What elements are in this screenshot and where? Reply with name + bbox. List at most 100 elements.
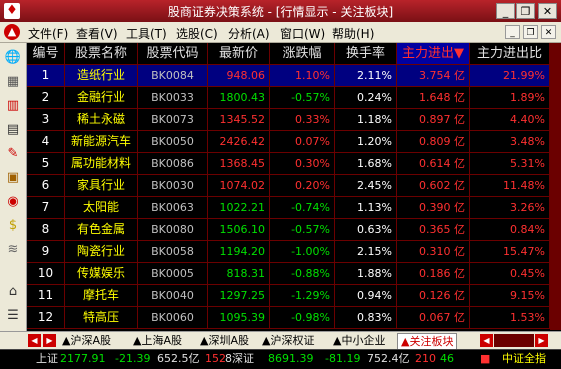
globe-icon[interactable]: 🌐: [4, 49, 22, 67]
col-header-turnover[interactable]: 换手率: [335, 43, 397, 64]
sector-code: BK0084: [138, 65, 208, 86]
menu-help[interactable]: 帮助(H): [332, 25, 374, 42]
sector-code: BK0086: [138, 153, 208, 174]
table-header: 编号 股票名称 股票代码 最新价 涨跌幅 换手率 主力进出▼ 主力进出比: [27, 43, 561, 65]
dollar-icon[interactable]: $: [4, 217, 22, 235]
status-bar: 上证 2177.91 -21.39 652.5亿 152 8深证 8691.39…: [0, 349, 561, 369]
latest-price: 1095.39: [208, 307, 270, 328]
menu-view[interactable]: 查看(V): [76, 25, 118, 42]
tab-sh-a-share[interactable]: ▲上海A股: [133, 333, 182, 348]
tab-hs-a-share[interactable]: ▲沪深A股: [62, 333, 111, 348]
turnover-rate: 1.20%: [335, 131, 397, 152]
menu-analysis[interactable]: 分析(A): [228, 25, 270, 42]
col-header-name[interactable]: 股票名称: [65, 43, 138, 64]
main-inflow-ratio: 4.40%: [470, 109, 550, 130]
list-icon[interactable]: ☰: [4, 307, 22, 325]
bar-chart-icon[interactable]: ▤: [4, 121, 22, 139]
col-header-code[interactable]: 股票代码: [138, 43, 208, 64]
grid-icon[interactable]: ▦: [4, 73, 22, 91]
brand-label[interactable]: 中证全指: [502, 350, 546, 368]
col-header-main-inflow-ratio[interactable]: 主力进出比: [470, 43, 550, 64]
table-row[interactable]: 4 新能源汽车 BK0050 2426.42 0.07% 1.20% 0.809 亿 3.48…: [27, 131, 561, 153]
sh-index-change: -21.39: [115, 352, 151, 365]
col-header-main-inflow[interactable]: 主力进出▼: [397, 43, 470, 64]
change-percent: 0.30%: [270, 153, 335, 174]
sector-name: 新能源汽车: [65, 131, 138, 152]
sh-index-label: 上证: [36, 352, 58, 365]
row-number: 7: [27, 197, 65, 218]
table-row[interactable]: 3 稀土永磁 BK0073 1345.52 0.33% 1.18% 0.897 亿 4.40%: [27, 109, 561, 131]
col-header-price[interactable]: 最新价: [208, 43, 270, 64]
mdi-minimize-button[interactable]: _: [505, 25, 520, 39]
change-percent: -0.88%: [270, 263, 335, 284]
minimize-button[interactable]: _: [496, 3, 515, 19]
tab-scroll-left-icon[interactable]: ◀: [28, 334, 41, 347]
tab-sz-a-share[interactable]: ▲深圳A股: [200, 333, 249, 348]
tab-hs-warrant[interactable]: ▲沪深权证: [262, 333, 314, 348]
menu-bar: ▲ 文件(F) 查看(V) 工具(T) 选股(C) 分析(A) 窗口(W) 帮助…: [0, 22, 561, 43]
menu-file[interactable]: 文件(F): [28, 25, 68, 42]
book-icon[interactable]: ▣: [4, 169, 22, 187]
row-number: 3: [27, 109, 65, 130]
pen-icon[interactable]: ✎: [4, 145, 22, 163]
mdi-close-button[interactable]: ✕: [541, 25, 556, 39]
turnover-rate: 0.63%: [335, 219, 397, 240]
main-inflow: 1.648 亿: [397, 87, 470, 108]
row-number: 5: [27, 153, 65, 174]
alert-icon[interactable]: ◉: [4, 193, 22, 211]
row-number: 4: [27, 131, 65, 152]
hscroll-left-icon[interactable]: ◀: [480, 334, 493, 347]
menu-select-stock[interactable]: 选股(C): [176, 25, 218, 42]
change-percent: -0.57%: [270, 87, 335, 108]
table-row[interactable]: 2 金融行业 BK0033 1800.43 -0.57% 0.24% 1.648 亿 1.89…: [27, 87, 561, 109]
menu-tools[interactable]: 工具(T): [126, 25, 167, 42]
change-percent: 0.07%: [270, 131, 335, 152]
horizontal-scrollbar[interactable]: [494, 334, 534, 347]
sector-code: BK0063: [138, 197, 208, 218]
main-inflow-ratio: 1.53%: [470, 307, 550, 328]
change-percent: -0.74%: [270, 197, 335, 218]
hscroll-right-icon[interactable]: ▶: [535, 334, 548, 347]
main-inflow: 0.067 亿: [397, 307, 470, 328]
chart-icon[interactable]: ≋: [4, 241, 22, 259]
tab-watch-sector[interactable]: ▲关注板块: [397, 333, 458, 349]
table-row[interactable]: 6 家具行业 BK0030 1074.02 0.20% 2.45% 0.602 亿 11.48…: [27, 175, 561, 197]
main-inflow-ratio: 0.45%: [470, 263, 550, 284]
main-inflow-ratio: 21.99%: [470, 65, 550, 86]
brand-logo-icon: ■: [480, 352, 491, 365]
sector-name: 传媒娱乐: [65, 263, 138, 284]
restore-button[interactable]: ❐: [516, 3, 535, 19]
table-row[interactable]: 8 有色金属 BK0080 1506.10 -0.57% 0.63% 0.365 亿 0.84…: [27, 219, 561, 241]
mdi-restore-button[interactable]: ❐: [523, 25, 538, 39]
menu-window[interactable]: 窗口(W): [280, 25, 325, 42]
turnover-rate: 1.88%: [335, 263, 397, 284]
candlestick-icon[interactable]: ▥: [4, 97, 22, 115]
turnover-rate: 0.94%: [335, 285, 397, 306]
table-row[interactable]: 7 太阳能 BK0063 1022.21 -0.74% 1.13% 0.390 亿 3.26%: [27, 197, 561, 219]
table-row[interactable]: 1 造纸行业 BK0084 948.06 1.10% 2.11% 3.754 亿 21.99%: [27, 65, 561, 87]
latest-price: 1297.25: [208, 285, 270, 306]
col-header-change[interactable]: 涨跌幅: [270, 43, 335, 64]
close-button[interactable]: ✕: [538, 3, 557, 19]
main-inflow: 0.809 亿: [397, 131, 470, 152]
tab-sme[interactable]: ▲中小企业: [333, 333, 385, 348]
main-inflow: 0.897 亿: [397, 109, 470, 130]
table-row[interactable]: 12 特高压 BK0060 1095.39 -0.98% 0.83% 0.067 亿 1.53…: [27, 307, 561, 329]
change-percent: 0.20%: [270, 175, 335, 196]
table-row[interactable]: 10 传媒娱乐 BK0005 818.31 -0.88% 1.88% 0.186 亿 0.45…: [27, 263, 561, 285]
sector-name: 太阳能: [65, 197, 138, 218]
home-icon[interactable]: ⌂: [4, 283, 22, 301]
tab-scroll-right-icon[interactable]: ▶: [43, 334, 56, 347]
row-number: 12: [27, 307, 65, 328]
sh-index-value: 2177.91: [60, 352, 106, 365]
vertical-scrollbar[interactable]: [550, 43, 561, 330]
table-row[interactable]: 9 陶瓷行业 BK0058 1194.20 -1.00% 2.15% 0.310 亿 15.4…: [27, 241, 561, 263]
row-number: 6: [27, 175, 65, 196]
sector-code: BK0073: [138, 109, 208, 130]
table-row[interactable]: 5 属功能材料 BK0086 1368.45 0.30% 1.68% 0.614 亿 5.31…: [27, 153, 561, 175]
sector-name: 稀土永磁: [65, 109, 138, 130]
latest-price: 1194.20: [208, 241, 270, 262]
table-row[interactable]: 11 摩托车 BK0040 1297.25 -1.29% 0.94% 0.126 亿 9.15…: [27, 285, 561, 307]
menu-logo-icon: ▲: [4, 24, 20, 40]
col-header-no[interactable]: 编号: [27, 43, 65, 64]
